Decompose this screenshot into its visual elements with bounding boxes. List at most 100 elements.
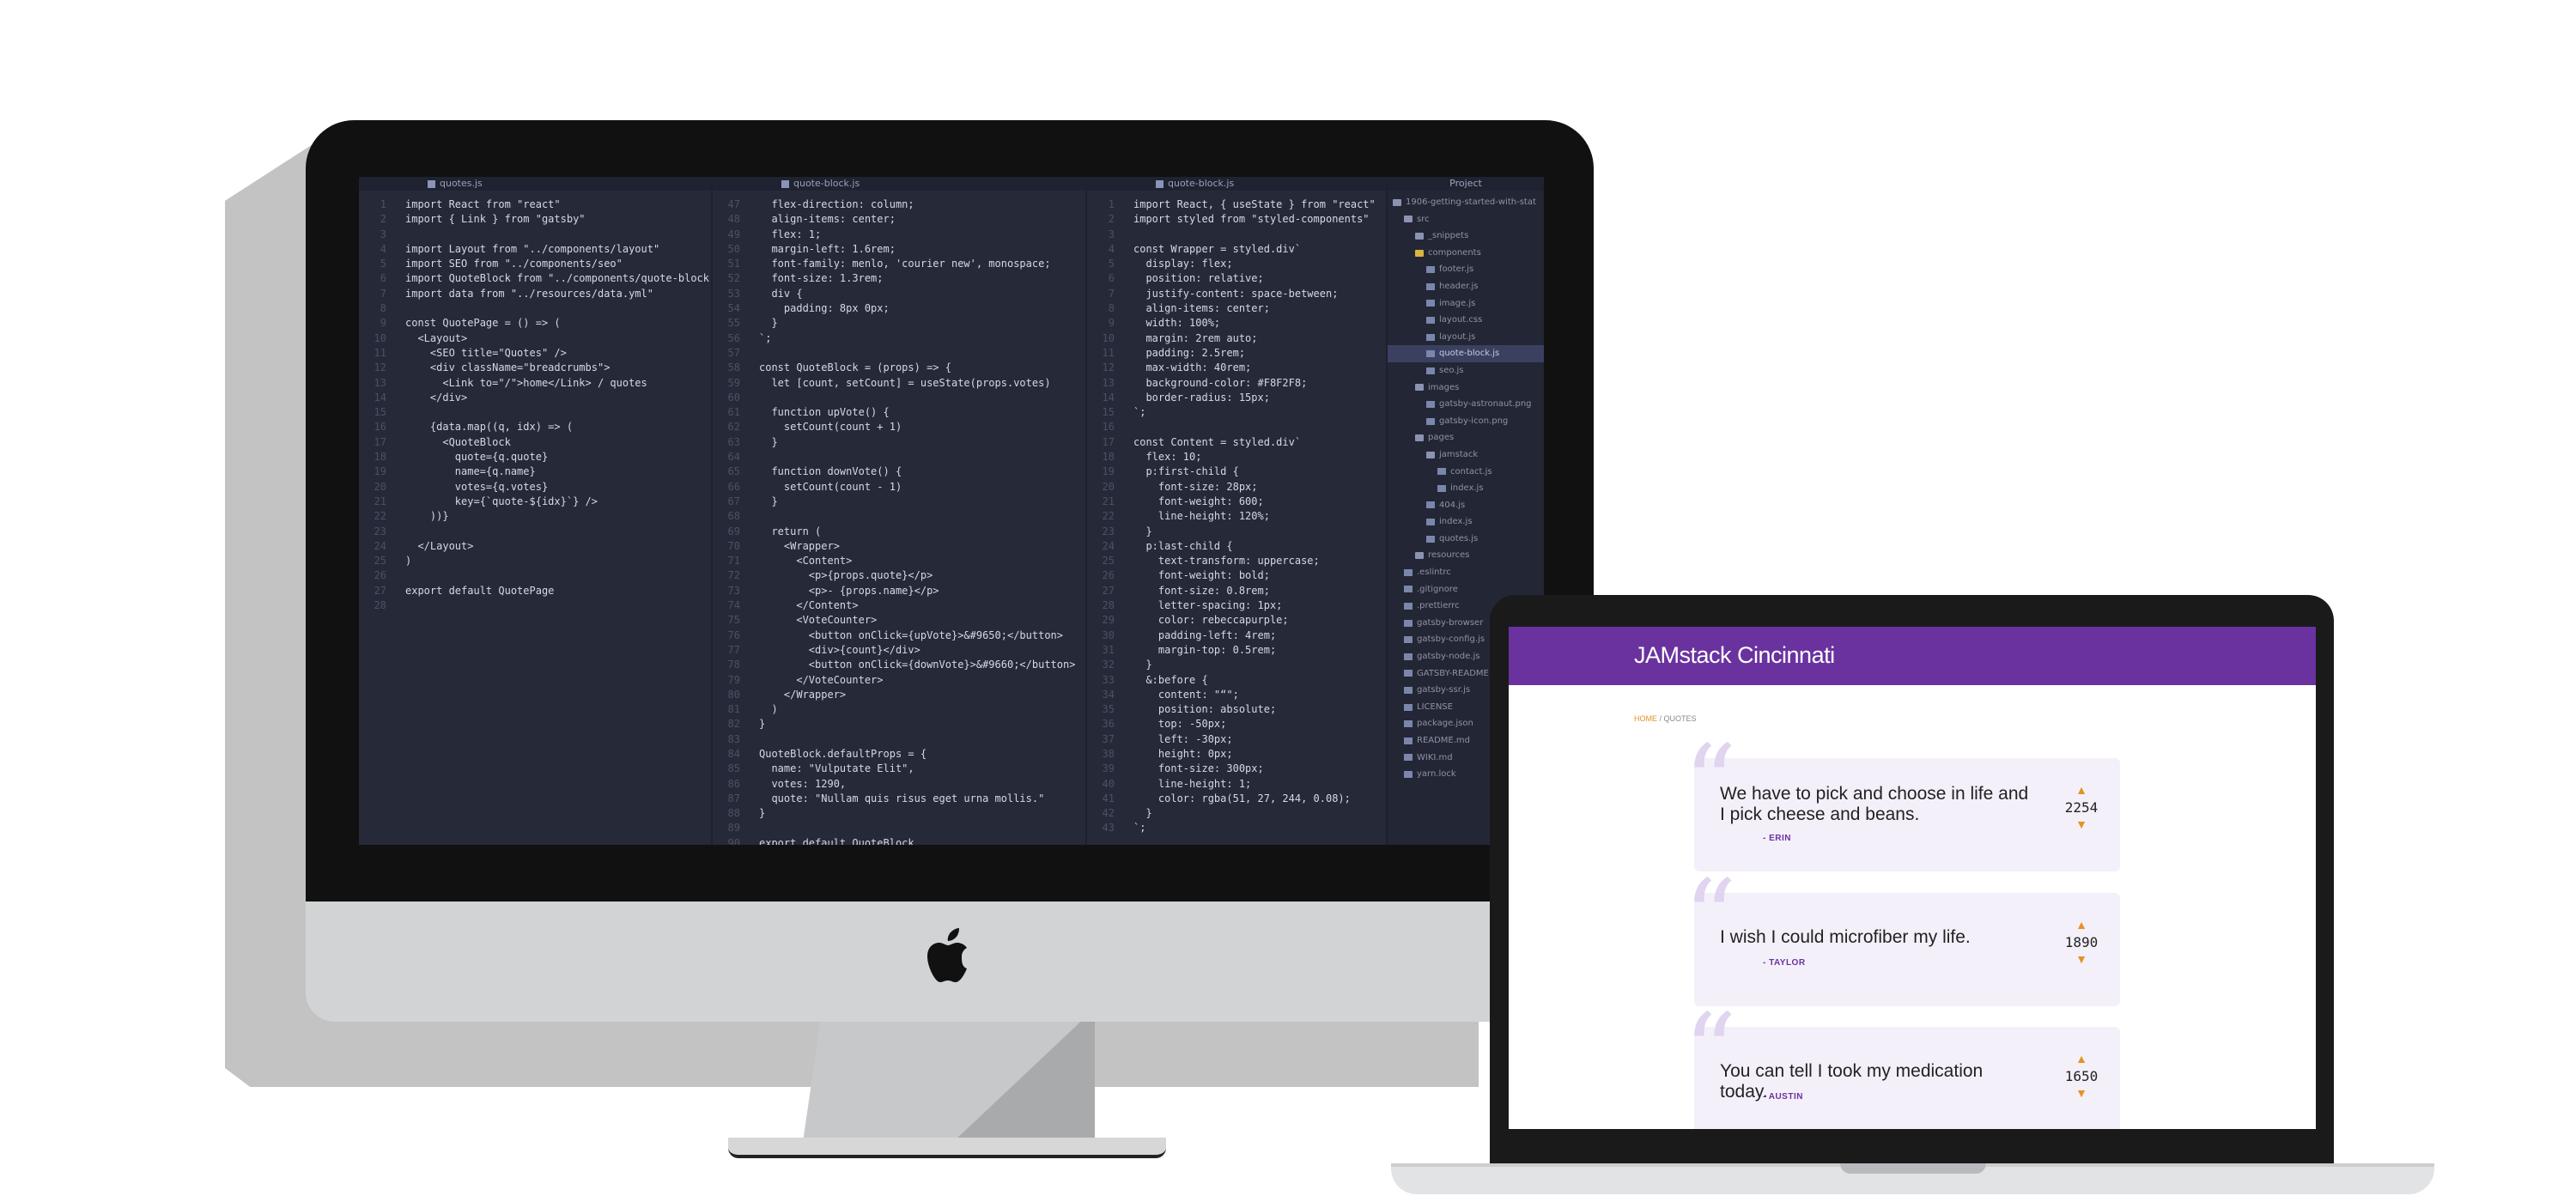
code-line: 74 </Content> — [713, 598, 1085, 613]
code-text: font-size: 28px; — [1133, 480, 1258, 493]
line-number: 64 — [727, 451, 740, 464]
code-text: return ( — [759, 525, 822, 537]
tree-item[interactable]: .eslintrc — [1388, 564, 1544, 581]
code-text: } — [759, 435, 778, 448]
tree-item-label: quote-block.js — [1439, 349, 1500, 359]
line-number: 22 — [374, 510, 386, 523]
file-icon — [1426, 367, 1435, 374]
site-title[interactable]: JAMstack Cincinnati — [1634, 642, 1835, 669]
code-text: setCount(count + 1) — [759, 421, 902, 434]
code-text: p:first-child { — [1133, 465, 1239, 478]
code-line: 10 margin: 2rem auto; — [1087, 331, 1386, 346]
tree-item-label: gatsby-ssr.js — [1417, 685, 1471, 695]
tree-item[interactable]: gatsby-icon.png — [1388, 413, 1544, 430]
code-text: position: relative; — [1133, 272, 1264, 285]
editor-pane-quote-block-styles[interactable]: quote-block.js 1 import React, { useState… — [1087, 177, 1388, 845]
code-text: width: 100%; — [1133, 317, 1221, 330]
tree-item-label: WIKI.md — [1417, 752, 1453, 762]
line-number: 24 — [374, 539, 386, 552]
line-number: 8 — [380, 302, 386, 315]
line-number: 90 — [727, 836, 740, 845]
tree-item[interactable]: layout.css — [1388, 312, 1544, 329]
code-line: 83 — [713, 732, 1085, 747]
line-number: 42 — [1102, 807, 1115, 820]
tree-item-label: index.js — [1439, 517, 1473, 527]
tree-item[interactable]: resources — [1388, 547, 1544, 564]
tree-item[interactable]: 1906-getting-started-with-stat — [1388, 194, 1544, 211]
tree-item[interactable]: pages — [1388, 429, 1544, 446]
line-number: 80 — [727, 688, 740, 701]
tree-item-label: gatsby-icon.png — [1439, 416, 1509, 426]
vote-count: 2254 — [2064, 799, 2099, 816]
tree-item[interactable]: src — [1388, 211, 1544, 228]
code-text: } — [1133, 659, 1152, 671]
line-number: 50 — [727, 242, 740, 255]
tree-item[interactable]: 404.js — [1388, 497, 1544, 514]
tree-item[interactable]: header.js — [1388, 278, 1544, 295]
code-text: position: absolute; — [1133, 703, 1277, 716]
line-number: 13 — [374, 376, 386, 389]
line-number: 68 — [727, 510, 740, 523]
upvote-button[interactable]: ▲ — [2060, 1053, 2103, 1066]
tab-label: quote-block.js — [1168, 178, 1235, 189]
code-line: 26 — [359, 568, 711, 583]
code-line: 24 p:last-child { — [1087, 539, 1386, 554]
tab-quote-block-js[interactable]: quote-block.js — [713, 177, 1085, 191]
downvote-button[interactable]: ▼ — [2060, 953, 2103, 967]
downvote-button[interactable]: ▼ — [2060, 1087, 2103, 1101]
tree-item[interactable]: quotes.js — [1388, 531, 1544, 548]
tree-item-label: LICENSE — [1417, 701, 1453, 712]
editor-pane-quote-block-jsx[interactable]: quote-block.js 47 flex-direction: column… — [713, 177, 1087, 845]
tree-item[interactable]: jamstack — [1388, 446, 1544, 464]
code-text: </Content> — [759, 599, 859, 612]
code-line: 52 font-size: 1.3rem; — [713, 271, 1085, 286]
line-number: 2 — [380, 213, 386, 226]
tree-item[interactable]: image.js — [1388, 295, 1544, 313]
code-line: 22 line-height: 120%; — [1087, 509, 1386, 524]
tree-item[interactable]: quote-block.js — [1388, 345, 1544, 362]
code-line: 73 <p>- {props.name}</p> — [713, 584, 1085, 598]
tab-quote-block-js-2[interactable]: quote-block.js — [1087, 177, 1386, 191]
downvote-button[interactable]: ▼ — [2060, 818, 2103, 832]
code-line: 22 ))} — [359, 509, 711, 524]
code-line: 24 </Layout> — [359, 539, 711, 554]
tab-quotes-js[interactable]: quotes.js — [359, 177, 711, 191]
code-text: font-family: menlo, 'courier new', monos… — [759, 258, 1051, 270]
tree-item-label: components — [1428, 247, 1481, 258]
quote-text: We have to pick and choose in life and I… — [1720, 784, 2029, 824]
file-icon — [1426, 400, 1435, 408]
line-number: 7 — [1108, 287, 1115, 300]
line-number: 85 — [727, 762, 740, 775]
line-number: 6 — [380, 272, 386, 285]
code-text: key={`quote-${idx}`} /> — [405, 495, 598, 507]
line-number: 88 — [727, 807, 740, 820]
breadcrumb-home-link[interactable]: HOME — [1634, 714, 1657, 723]
tree-item[interactable]: contact.js — [1388, 464, 1544, 481]
code-line: 39 font-size: 300px; — [1087, 762, 1386, 776]
tree-item[interactable]: footer.js — [1388, 261, 1544, 278]
code-line: 64 — [713, 450, 1085, 464]
tree-item[interactable]: seo.js — [1388, 362, 1544, 379]
code-text: <p>{props.quote}</p> — [759, 569, 933, 582]
code-line: 1 import React, { useState } from "react" — [1087, 197, 1386, 212]
code-text: const QuotePage = () => ( — [405, 317, 561, 330]
quote-card: “ We have to pick and choose in life and… — [1684, 732, 2120, 871]
file-icon — [1404, 586, 1413, 593]
upvote-button[interactable]: ▲ — [2060, 919, 2103, 932]
line-number: 57 — [727, 346, 740, 359]
line-number: 15 — [374, 406, 386, 419]
tree-item[interactable]: layout.js — [1388, 329, 1544, 346]
tree-item[interactable]: index.js — [1388, 513, 1544, 531]
code-line: 25 text-transform: uppercase; — [1087, 554, 1386, 568]
code-text: import QuoteBlock from "../components/qu… — [405, 272, 713, 285]
tree-item[interactable]: gatsby-astronaut.png — [1388, 396, 1544, 413]
tree-item[interactable]: images — [1388, 379, 1544, 397]
code-lines: 47 flex-direction: column; 48 align-items… — [713, 197, 1085, 845]
editor-pane-quotes[interactable]: quotes.js 1 import React from "react" 2 imp… — [359, 177, 713, 845]
tree-item[interactable]: index.js — [1388, 480, 1544, 497]
upvote-button[interactable]: ▲ — [2060, 784, 2103, 798]
tree-item[interactable]: _snippets — [1388, 228, 1544, 245]
tree-item[interactable]: components — [1388, 245, 1544, 262]
code-text: letter-spacing: 1px; — [1133, 599, 1283, 612]
file-icon — [1404, 636, 1413, 644]
